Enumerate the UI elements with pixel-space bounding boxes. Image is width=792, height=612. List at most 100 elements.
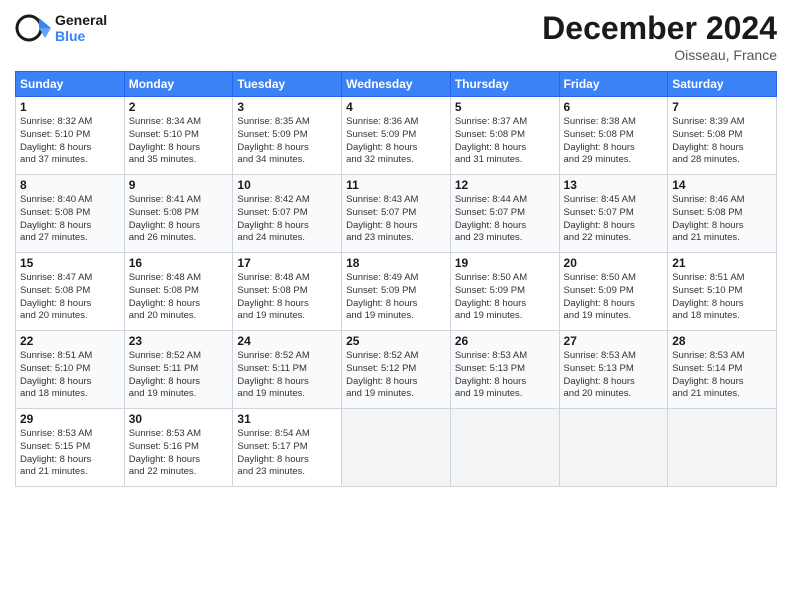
day-number: 15 bbox=[20, 256, 120, 270]
day-detail: Sunrise: 8:49 AM Sunset: 5:09 PM Dayligh… bbox=[346, 272, 446, 323]
calendar-cell bbox=[342, 409, 451, 487]
calendar-cell: 24 Sunrise: 8:52 AM Sunset: 5:11 PM Dayli… bbox=[233, 331, 342, 409]
day-header-tuesday: Tuesday bbox=[233, 72, 342, 97]
day-detail: Sunrise: 8:52 AM Sunset: 5:11 PM Dayligh… bbox=[129, 350, 229, 401]
calendar-cell: 16 Sunrise: 8:48 AM Sunset: 5:08 PM Dayli… bbox=[124, 253, 233, 331]
calendar-cell bbox=[668, 409, 777, 487]
day-detail: Sunrise: 8:51 AM Sunset: 5:10 PM Dayligh… bbox=[672, 272, 772, 323]
day-number: 19 bbox=[455, 256, 555, 270]
calendar-cell: 1 Sunrise: 8:32 AM Sunset: 5:10 PM Daylig… bbox=[16, 97, 125, 175]
day-number: 27 bbox=[564, 334, 664, 348]
day-detail: Sunrise: 8:50 AM Sunset: 5:09 PM Dayligh… bbox=[564, 272, 664, 323]
day-number: 13 bbox=[564, 178, 664, 192]
calendar-cell: 2 Sunrise: 8:34 AM Sunset: 5:10 PM Daylig… bbox=[124, 97, 233, 175]
calendar-cell: 8Sunrise: 8:40 AM Sunset: 5:08 PM Daylig… bbox=[16, 175, 125, 253]
day-number: 3 bbox=[237, 100, 337, 114]
calendar-cell: 11 Sunrise: 8:43 AM Sunset: 5:07 PM Dayli… bbox=[342, 175, 451, 253]
day-number: 31 bbox=[237, 412, 337, 426]
day-detail: Sunrise: 8:32 AM Sunset: 5:10 PM Dayligh… bbox=[20, 116, 120, 167]
day-detail: Sunrise: 8:53 AM Sunset: 5:15 PM Dayligh… bbox=[20, 428, 120, 479]
day-number: 16 bbox=[129, 256, 229, 270]
day-detail: Sunrise: 8:53 AM Sunset: 5:13 PM Dayligh… bbox=[455, 350, 555, 401]
month-title: December 2024 bbox=[542, 10, 777, 47]
calendar-cell: 7 Sunrise: 8:39 AM Sunset: 5:08 PM Daylig… bbox=[668, 97, 777, 175]
day-number: 23 bbox=[129, 334, 229, 348]
calendar-cell: 10 Sunrise: 8:42 AM Sunset: 5:07 PM Dayli… bbox=[233, 175, 342, 253]
day-detail: Sunrise: 8:41 AM Sunset: 5:08 PM Dayligh… bbox=[129, 194, 229, 245]
calendar-cell bbox=[450, 409, 559, 487]
calendar-cell: 3 Sunrise: 8:35 AM Sunset: 5:09 PM Daylig… bbox=[233, 97, 342, 175]
calendar-cell: 9 Sunrise: 8:41 AM Sunset: 5:08 PM Daylig… bbox=[124, 175, 233, 253]
calendar-cell: 31 Sunrise: 8:54 AM Sunset: 5:17 PM Dayli… bbox=[233, 409, 342, 487]
calendar-cell: 22 Sunrise: 8:51 AM Sunset: 5:10 PM Dayli… bbox=[16, 331, 125, 409]
day-detail: Sunrise: 8:53 AM Sunset: 5:13 PM Dayligh… bbox=[564, 350, 664, 401]
day-detail: Sunrise: 8:36 AM Sunset: 5:09 PM Dayligh… bbox=[346, 116, 446, 167]
day-detail: Sunrise: 8:38 AM Sunset: 5:08 PM Dayligh… bbox=[564, 116, 664, 167]
day-detail: Sunrise: 8:53 AM Sunset: 5:14 PM Dayligh… bbox=[672, 350, 772, 401]
day-detail: Sunrise: 8:46 AM Sunset: 5:08 PM Dayligh… bbox=[672, 194, 772, 245]
calendar-cell: 25 Sunrise: 8:52 AM Sunset: 5:12 PM Dayli… bbox=[342, 331, 451, 409]
day-number: 18 bbox=[346, 256, 446, 270]
calendar-cell: 27 Sunrise: 8:53 AM Sunset: 5:13 PM Dayli… bbox=[559, 331, 668, 409]
day-detail: Sunrise: 8:50 AM Sunset: 5:09 PM Dayligh… bbox=[455, 272, 555, 323]
calendar-cell: 15 Sunrise: 8:47 AM Sunset: 5:08 PM Dayli… bbox=[16, 253, 125, 331]
day-number: 7 bbox=[672, 100, 772, 114]
day-detail: Sunrise: 8:48 AM Sunset: 5:08 PM Dayligh… bbox=[237, 272, 337, 323]
calendar-cell: 17 Sunrise: 8:48 AM Sunset: 5:08 PM Dayli… bbox=[233, 253, 342, 331]
logo-general: General bbox=[55, 12, 107, 28]
day-number: 6 bbox=[564, 100, 664, 114]
day-number: 9 bbox=[129, 178, 229, 192]
calendar-cell: 28 Sunrise: 8:53 AM Sunset: 5:14 PM Dayli… bbox=[668, 331, 777, 409]
day-number: 10 bbox=[237, 178, 337, 192]
day-number: 26 bbox=[455, 334, 555, 348]
logo-icon bbox=[15, 10, 51, 46]
day-detail: Sunrise: 8:35 AM Sunset: 5:09 PM Dayligh… bbox=[237, 116, 337, 167]
day-detail: Sunrise: 8:51 AM Sunset: 5:10 PM Dayligh… bbox=[20, 350, 120, 401]
day-number: 4 bbox=[346, 100, 446, 114]
day-detail: Sunrise: 8:54 AM Sunset: 5:17 PM Dayligh… bbox=[237, 428, 337, 479]
day-detail: Sunrise: 8:42 AM Sunset: 5:07 PM Dayligh… bbox=[237, 194, 337, 245]
day-detail: Sunrise: 8:34 AM Sunset: 5:10 PM Dayligh… bbox=[129, 116, 229, 167]
day-number: 20 bbox=[564, 256, 664, 270]
day-number: 21 bbox=[672, 256, 772, 270]
day-number: 17 bbox=[237, 256, 337, 270]
logo: GeneralBlue bbox=[15, 10, 107, 46]
day-number: 30 bbox=[129, 412, 229, 426]
day-detail: Sunrise: 8:53 AM Sunset: 5:16 PM Dayligh… bbox=[129, 428, 229, 479]
calendar-cell: 6 Sunrise: 8:38 AM Sunset: 5:08 PM Daylig… bbox=[559, 97, 668, 175]
day-number: 24 bbox=[237, 334, 337, 348]
calendar-cell: 5Sunrise: 8:37 AM Sunset: 5:08 PM Daylig… bbox=[450, 97, 559, 175]
day-detail: Sunrise: 8:37 AM Sunset: 5:08 PM Dayligh… bbox=[455, 116, 555, 167]
calendar-cell: 13 Sunrise: 8:45 AM Sunset: 5:07 PM Dayli… bbox=[559, 175, 668, 253]
day-number: 1 bbox=[20, 100, 120, 114]
day-header-thursday: Thursday bbox=[450, 72, 559, 97]
day-detail: Sunrise: 8:39 AM Sunset: 5:08 PM Dayligh… bbox=[672, 116, 772, 167]
day-number: 29 bbox=[20, 412, 120, 426]
day-header-saturday: Saturday bbox=[668, 72, 777, 97]
day-number: 28 bbox=[672, 334, 772, 348]
day-number: 11 bbox=[346, 178, 446, 192]
day-header-friday: Friday bbox=[559, 72, 668, 97]
calendar-cell: 4 Sunrise: 8:36 AM Sunset: 5:09 PM Daylig… bbox=[342, 97, 451, 175]
day-header-sunday: Sunday bbox=[16, 72, 125, 97]
day-detail: Sunrise: 8:52 AM Sunset: 5:11 PM Dayligh… bbox=[237, 350, 337, 401]
calendar-cell: 12Sunrise: 8:44 AM Sunset: 5:07 PM Dayli… bbox=[450, 175, 559, 253]
location-subtitle: Oisseau, France bbox=[542, 47, 777, 63]
day-number: 2 bbox=[129, 100, 229, 114]
day-detail: Sunrise: 8:48 AM Sunset: 5:08 PM Dayligh… bbox=[129, 272, 229, 323]
day-number: 22 bbox=[20, 334, 120, 348]
calendar-cell: 29 Sunrise: 8:53 AM Sunset: 5:15 PM Dayli… bbox=[16, 409, 125, 487]
day-detail: Sunrise: 8:44 AM Sunset: 5:07 PM Dayligh… bbox=[455, 194, 555, 245]
day-header-wednesday: Wednesday bbox=[342, 72, 451, 97]
calendar-cell: 23 Sunrise: 8:52 AM Sunset: 5:11 PM Dayli… bbox=[124, 331, 233, 409]
calendar-cell: 18 Sunrise: 8:49 AM Sunset: 5:09 PM Dayli… bbox=[342, 253, 451, 331]
logo-blue: Blue bbox=[55, 28, 107, 44]
day-detail: Sunrise: 8:52 AM Sunset: 5:12 PM Dayligh… bbox=[346, 350, 446, 401]
day-detail: Sunrise: 8:43 AM Sunset: 5:07 PM Dayligh… bbox=[346, 194, 446, 245]
day-number: 25 bbox=[346, 334, 446, 348]
day-detail: Sunrise: 8:47 AM Sunset: 5:08 PM Dayligh… bbox=[20, 272, 120, 323]
title-area: December 2024 Oisseau, France bbox=[542, 10, 777, 63]
calendar-cell: 30 Sunrise: 8:53 AM Sunset: 5:16 PM Dayli… bbox=[124, 409, 233, 487]
day-detail: Sunrise: 8:45 AM Sunset: 5:07 PM Dayligh… bbox=[564, 194, 664, 245]
day-number: 8 bbox=[20, 178, 120, 192]
